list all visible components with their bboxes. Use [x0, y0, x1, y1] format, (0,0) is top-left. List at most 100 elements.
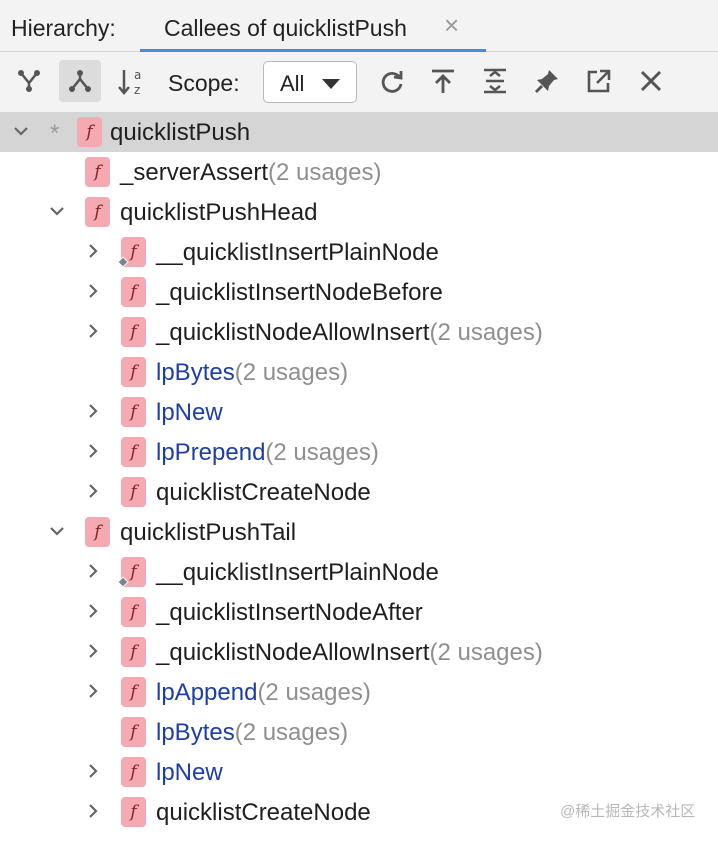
tree-row-label: _quicklistInsertNodeBefore — [156, 279, 443, 306]
chevron-right-icon[interactable] — [84, 242, 102, 260]
open-in-window-button[interactable] — [578, 60, 620, 102]
function-icon: f — [117, 237, 146, 268]
tree-row[interactable]: f _quicklistInsertNodeBefore — [0, 272, 718, 312]
callees-hierarchy-icon — [69, 70, 91, 92]
tree-row[interactable]: f _quicklistNodeAllowInsert(2 usages) — [0, 632, 718, 672]
tree-row[interactable]: f lpBytes(2 usages) — [0, 352, 718, 392]
chevron-down-icon — [322, 79, 340, 89]
callers-hierarchy-button[interactable] — [8, 60, 50, 102]
chevron-right-icon[interactable] — [84, 762, 102, 780]
chevron-right-icon[interactable] — [84, 802, 102, 820]
svg-text:z: z — [134, 83, 140, 97]
chevron-right-icon[interactable] — [84, 402, 102, 420]
tree-row-label: quicklistPush — [110, 119, 251, 146]
expand-all-button[interactable] — [474, 60, 516, 102]
tree-row[interactable]: f _quicklistInsertNodeAfter — [0, 592, 718, 632]
tree-row[interactable]: f lpBytes(2 usages) — [0, 712, 718, 752]
hierarchy-label: Hierarchy: — [11, 15, 116, 41]
close-tab-icon[interactable]: × — [444, 12, 459, 38]
open-in-window-icon — [587, 69, 611, 93]
override-marker-icon — [117, 576, 129, 588]
tab-callees[interactable]: Callees of quicklistPush × — [140, 0, 486, 52]
tree-row[interactable]: f lpNew — [0, 392, 718, 432]
tree-row-label: __quicklistInsertPlainNode — [156, 559, 439, 586]
tree-row-label: lpNew — [156, 399, 223, 426]
chevron-right-icon[interactable] — [84, 322, 102, 340]
scope-dropdown[interactable]: All — [263, 61, 357, 103]
callers-hierarchy-icon — [18, 70, 40, 92]
function-icon: f — [77, 117, 102, 147]
chevron-right-icon[interactable] — [84, 282, 102, 300]
tree-row-label: _serverAssert(2 usages) — [120, 159, 382, 186]
tree-row[interactable]: f lpAppend(2 usages) — [0, 672, 718, 712]
export-button[interactable] — [422, 60, 464, 102]
tree-row-label: quicklistCreateNode — [156, 799, 371, 826]
tree-row[interactable]: f __quicklistInsertPlainNode — [0, 232, 718, 272]
function-icon: f — [121, 317, 146, 347]
pin-icon — [535, 70, 558, 93]
chevron-right-icon[interactable] — [84, 562, 102, 580]
sort-alphabetically-button[interactable]: a z — [110, 60, 152, 102]
function-icon: f — [121, 277, 146, 307]
function-icon: f — [121, 477, 146, 507]
tree-row-label: _quicklistNodeAllowInsert(2 usages) — [156, 639, 543, 666]
function-icon: f — [121, 757, 146, 787]
chevron-right-icon[interactable] — [84, 442, 102, 460]
function-icon: f — [121, 797, 146, 827]
tree-row-label: lpNew — [156, 759, 223, 786]
chevron-right-icon[interactable] — [84, 682, 102, 700]
tree-row[interactable]: f quicklistPushTail — [0, 512, 718, 552]
expand-all-icon — [484, 68, 506, 94]
tab-title: Callees of quicklistPush — [164, 15, 407, 41]
chevron-down-icon[interactable] — [48, 202, 66, 220]
tree-row-label: _quicklistInsertNodeAfter — [156, 599, 423, 626]
chevron-right-icon[interactable] — [84, 642, 102, 660]
tree-row-label: quicklistPushTail — [120, 519, 297, 546]
function-icon: f — [85, 517, 110, 547]
sort-alpha-icon: a z — [118, 68, 141, 97]
title-bar: Hierarchy: Callees of quicklistPush × — [0, 0, 718, 52]
callee-tree: * f quicklistPush f _serverAssert(2 usag… — [0, 112, 718, 842]
callees-hierarchy-button[interactable] — [59, 60, 101, 102]
function-icon: f — [121, 357, 146, 387]
tree-row[interactable]: f _serverAssert(2 usages) — [0, 152, 718, 192]
function-icon: f — [121, 597, 146, 627]
tree-row-label: lpPrepend(2 usages) — [156, 439, 379, 466]
tree-row-root[interactable]: * f quicklistPush — [0, 112, 718, 152]
pin-button[interactable] — [526, 60, 568, 102]
root-marker-icon: * — [50, 120, 60, 147]
watermark: @稀土掘金技术社区 — [560, 803, 696, 820]
tree-row[interactable]: f lpPrepend(2 usages) — [0, 432, 718, 472]
chevron-right-icon[interactable] — [84, 602, 102, 620]
tree-row-label: lpBytes(2 usages) — [156, 719, 349, 746]
close-icon — [640, 70, 662, 92]
chevron-down-icon[interactable] — [48, 522, 66, 540]
tree-row[interactable]: f quicklistCreateNode — [0, 472, 718, 512]
tree-row-label: quicklistCreateNode — [156, 479, 371, 506]
scope-value: All — [280, 71, 305, 96]
refresh-button[interactable] — [371, 60, 413, 102]
tree-row-label: _quicklistNodeAllowInsert(2 usages) — [156, 319, 543, 346]
tree-row-label: __quicklistInsertPlainNode — [156, 239, 439, 266]
tree-row-label: lpBytes(2 usages) — [156, 359, 349, 386]
tree-row[interactable]: f quicklistPushHead — [0, 192, 718, 232]
tree-row[interactable]: f _quicklistNodeAllowInsert(2 usages) — [0, 312, 718, 352]
chevron-right-icon[interactable] — [84, 482, 102, 500]
chevron-down-icon[interactable] — [12, 122, 30, 140]
function-icon: f — [85, 157, 110, 187]
function-icon: f — [117, 557, 146, 588]
function-icon: f — [85, 197, 110, 227]
tree-row[interactable]: f lpNew — [0, 752, 718, 792]
tree-row[interactable]: f __quicklistInsertPlainNode — [0, 552, 718, 592]
override-marker-icon — [117, 256, 129, 268]
function-icon: f — [121, 717, 146, 747]
close-button[interactable] — [630, 60, 672, 102]
function-icon: f — [121, 637, 146, 667]
scope-label: Scope: — [168, 70, 240, 96]
export-icon — [432, 69, 454, 93]
function-icon: f — [121, 437, 146, 467]
toolbar: a z Scope: All — [0, 52, 718, 112]
tree-row-label: lpAppend(2 usages) — [156, 679, 371, 706]
svg-text:a: a — [134, 68, 141, 82]
function-icon: f — [121, 677, 146, 707]
